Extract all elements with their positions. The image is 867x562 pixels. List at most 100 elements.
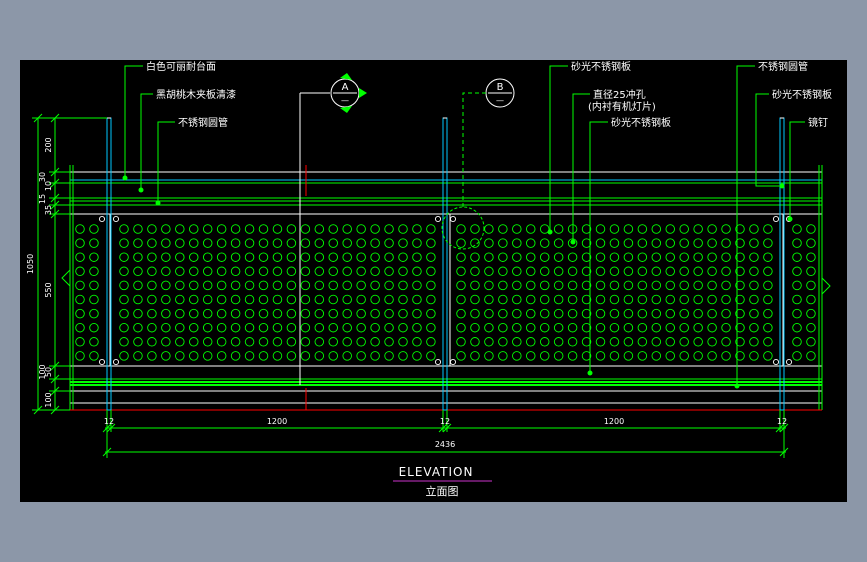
- perforation-hole: [651, 351, 662, 361]
- perforation-hole: [749, 252, 759, 262]
- perforation-hole: [806, 238, 816, 248]
- perforation-hole: [286, 308, 297, 319]
- perforation-hole: [161, 337, 171, 347]
- perforation-hole: [384, 308, 394, 319]
- perforation-hole: [806, 337, 816, 347]
- perforation-hole: [553, 266, 564, 277]
- perforation-hole: [749, 351, 759, 361]
- perforation-hole: [806, 322, 816, 333]
- perforation-hole: [721, 322, 731, 333]
- perforation-hole: [75, 266, 85, 277]
- dim-text-2436: 2436: [435, 440, 455, 449]
- perforation-hole: [470, 322, 480, 333]
- perforation-hole: [328, 308, 339, 319]
- title-en: ELEVATION: [399, 465, 474, 479]
- perforation-hole: [188, 252, 199, 262]
- perforation-hole: [553, 294, 564, 305]
- perforation-hole: [356, 266, 366, 277]
- perforation-hole: [286, 280, 297, 291]
- perforation-hole: [721, 351, 731, 361]
- perforation-hole: [470, 294, 480, 305]
- perforation-hole: [512, 224, 522, 234]
- perforation-hole: [89, 224, 99, 234]
- perforation-hole: [370, 294, 380, 305]
- perforation-hole: [342, 280, 352, 291]
- perforation-hole: [216, 294, 227, 305]
- perforation-hole: [356, 351, 366, 361]
- perforation-hole: [258, 308, 269, 319]
- perforation-hole: [721, 252, 731, 262]
- perforation-hole: [539, 238, 550, 248]
- perforation-hole: [763, 351, 773, 361]
- perforation-hole: [637, 224, 648, 234]
- perforation-hole: [609, 337, 620, 347]
- rail-lines: [61, 165, 831, 411]
- perforation-hole: [693, 322, 703, 333]
- bottom-dimension-texts: 12 1200 12 1200 12 2436: [104, 417, 787, 449]
- dim-text-200: 200: [44, 137, 53, 152]
- perforation-hole: [314, 252, 325, 262]
- perforation-hole: [342, 337, 352, 347]
- leader-ss-top: [549, 65, 568, 232]
- perforation-hole: [512, 280, 522, 291]
- perforation-hole: [342, 322, 352, 333]
- perforation-hole: [230, 252, 241, 262]
- perforation-hole: [763, 337, 773, 347]
- perforation-hole: [721, 224, 731, 234]
- mirror-screw: [772, 215, 780, 223]
- perforation-hole: [484, 224, 494, 234]
- perforation-hole: [553, 238, 564, 248]
- perforation-hole: [792, 294, 802, 305]
- perforation-hole: [370, 351, 380, 361]
- perforation-hole: [216, 351, 227, 361]
- perforation-hole: [567, 252, 578, 262]
- perforation-hole: [188, 294, 199, 305]
- perforation-hole: [272, 266, 283, 277]
- perforation-hole: [693, 294, 703, 305]
- annotation-hole-line1: 直径25冲孔: [593, 88, 646, 101]
- perforation-hole: [175, 337, 185, 347]
- perforation-hole: [539, 294, 550, 305]
- perforation-hole: [567, 337, 578, 347]
- perforation-hole: [567, 266, 578, 277]
- perforation-hole: [286, 337, 297, 347]
- dim-text-15: 15: [38, 194, 47, 204]
- perforation-hole: [484, 266, 494, 277]
- perforation-hole: [498, 280, 508, 291]
- dim-text-12b: 12: [440, 417, 450, 426]
- leader-mirror-nail: [789, 121, 805, 219]
- perforation-hole: [398, 308, 408, 319]
- perforation-hole: [175, 308, 185, 319]
- perforation-hole: [119, 337, 129, 347]
- perforation-hole: [609, 308, 620, 319]
- perforation-hole: [286, 266, 297, 277]
- perforation-hole: [707, 266, 717, 277]
- perforation-hole: [244, 308, 255, 319]
- perforation-hole: [398, 238, 408, 248]
- dim-text-12a: 12: [104, 417, 114, 426]
- perforation-hole: [384, 224, 394, 234]
- leader-holes: [572, 93, 590, 242]
- perforation-hole: [721, 337, 731, 347]
- annotation-brushed-ss-right: 砂光不锈钢板: [772, 88, 832, 101]
- perforation-hole: [609, 294, 620, 305]
- perforation-hole: [286, 252, 297, 262]
- perforation-hole: [244, 337, 255, 347]
- perforation-hole: [679, 337, 689, 347]
- annotation-hole-line2: (内衬有机灯片): [588, 100, 656, 113]
- drawing-viewport[interactable]: A — B — 白色可丽耐台面 黑胡桃木夹板清漆 不锈钢圆管 砂光不锈钢板 直径…: [20, 60, 847, 502]
- perforation-hole: [133, 280, 143, 291]
- mirror-screw: [98, 358, 106, 366]
- perforation-hole: [89, 252, 99, 262]
- perforation-hole: [216, 252, 227, 262]
- perforation-hole: [75, 224, 85, 234]
- perforation-hole: [609, 224, 620, 234]
- perforation-hole: [763, 280, 773, 291]
- perforation-hole: [749, 308, 759, 319]
- perforation-hole: [412, 252, 422, 262]
- perforation-hole: [763, 322, 773, 333]
- perforation-hole: [806, 280, 816, 291]
- perforation-hole: [679, 294, 689, 305]
- perforation-hole: [595, 252, 606, 262]
- perforation-hole: [412, 337, 422, 347]
